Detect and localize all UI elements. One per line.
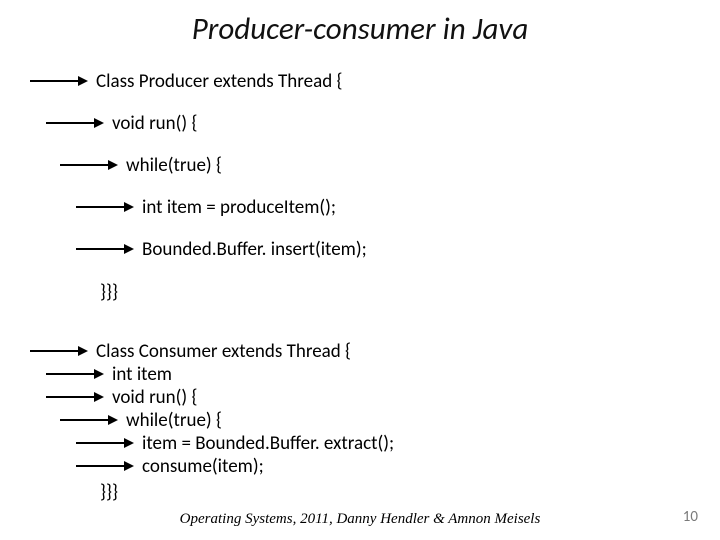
arrow-icon xyxy=(76,202,134,212)
code-closing: }}} xyxy=(100,281,118,304)
code-text: Class Producer extends Thread { xyxy=(96,70,342,93)
code-line: item = Bounded.Buffer. extract(); xyxy=(76,432,394,454)
arrow-icon xyxy=(46,118,104,128)
code-text: int item xyxy=(112,363,172,386)
code-text: Class Consumer extends Thread { xyxy=(96,340,351,363)
code-line: Class Consumer extends Thread { xyxy=(30,340,351,362)
code-line: Class Producer extends Thread { xyxy=(30,70,342,92)
page-number: 10 xyxy=(683,508,698,526)
arrow-icon xyxy=(60,415,118,425)
code-text: void run() { xyxy=(112,386,197,409)
code-line: while(true) { xyxy=(60,154,222,176)
code-closing: }}} xyxy=(100,481,118,504)
arrow-icon xyxy=(76,438,134,448)
code-text: Bounded.Buffer. insert(item); xyxy=(142,238,367,261)
code-text: consume(item); xyxy=(142,455,264,478)
code-line: void run() { xyxy=(46,386,197,408)
code-line: void run() { xyxy=(46,112,197,134)
arrow-icon xyxy=(30,346,88,356)
arrow-icon xyxy=(76,461,134,471)
arrow-icon xyxy=(60,160,118,170)
code-line: int item = produceItem(); xyxy=(76,196,336,218)
code-line: Bounded.Buffer. insert(item); xyxy=(76,238,367,260)
code-text: void run() { xyxy=(112,112,197,135)
code-line: consume(item); xyxy=(76,455,264,477)
arrow-icon xyxy=(46,369,104,379)
arrow-icon xyxy=(46,392,104,402)
code-line: int item xyxy=(46,363,172,385)
code-text: int item = produceItem(); xyxy=(142,196,336,219)
code-text: while(true) { xyxy=(126,409,222,432)
slide-title: Producer-consumer in Java xyxy=(0,10,720,48)
code-line: while(true) { xyxy=(60,409,222,431)
code-text: while(true) { xyxy=(126,154,222,177)
arrow-icon xyxy=(30,76,88,86)
arrow-icon xyxy=(76,244,134,254)
footer-text: Operating Systems, 2011, Danny Hendler &… xyxy=(0,511,720,528)
code-text: item = Bounded.Buffer. extract(); xyxy=(142,432,394,455)
